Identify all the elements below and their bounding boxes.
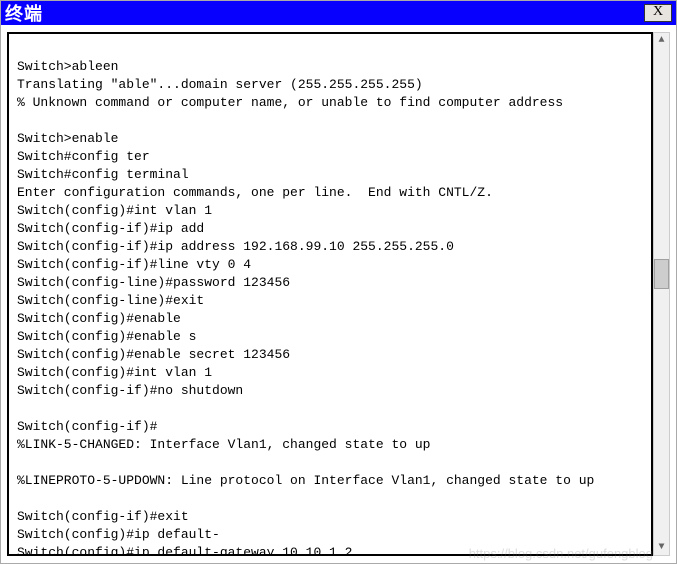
close-button[interactable]: X bbox=[644, 4, 672, 22]
vertical-scrollbar[interactable]: ▲ ▼ bbox=[653, 32, 670, 556]
scroll-up-arrow-icon[interactable]: ▲ bbox=[654, 33, 669, 48]
scroll-down-arrow-icon[interactable]: ▼ bbox=[654, 540, 669, 555]
titlebar[interactable]: 终端 X bbox=[1, 1, 676, 25]
scroll-thumb[interactable] bbox=[654, 259, 669, 289]
terminal-window: 终端 X Switch>ableen Translating "able"...… bbox=[0, 0, 677, 564]
window-body: Switch>ableen Translating "able"...domai… bbox=[1, 25, 676, 563]
terminal-output-frame[interactable]: Switch>ableen Translating "able"...domai… bbox=[7, 32, 653, 556]
window-title: 终端 bbox=[5, 0, 43, 26]
terminal-output: Switch>ableen Translating "able"...domai… bbox=[17, 40, 643, 556]
